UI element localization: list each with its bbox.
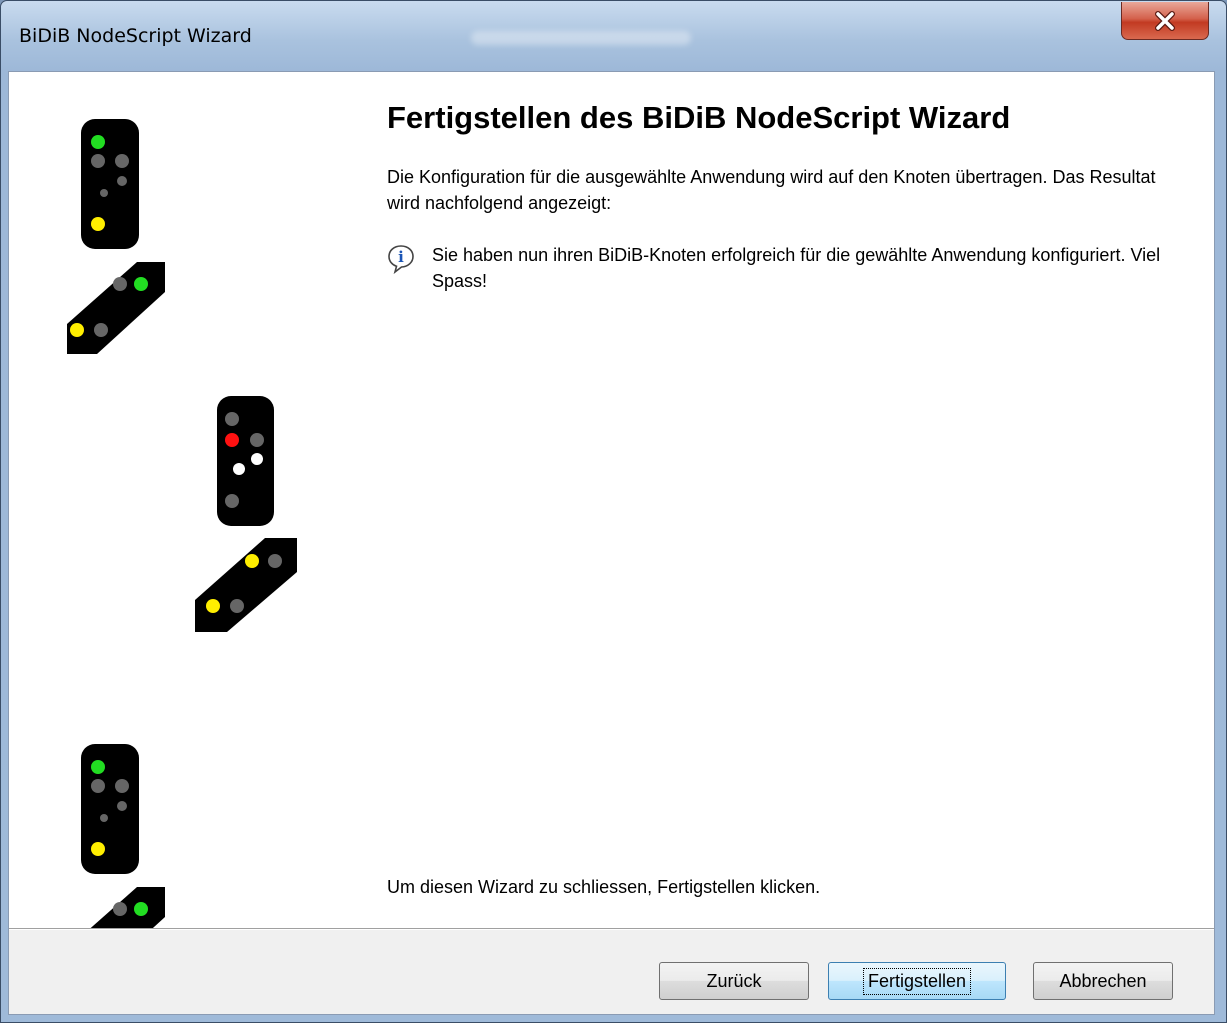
intro-text: Die Konfiguration für die ausgewählte An… [387, 167, 1156, 213]
close-icon [1155, 10, 1175, 31]
svg-text:i: i [398, 248, 404, 266]
window-title: BiDiB NodeScript Wizard [19, 25, 252, 47]
finish-button[interactable]: Fertigstellen [828, 962, 1006, 1000]
back-button[interactable]: Zurück [659, 962, 809, 1000]
cancel-button[interactable]: Abbrechen [1033, 962, 1173, 1000]
signal-banner-image [67, 119, 297, 928]
cancel-button-label: Abbrechen [1059, 970, 1147, 991]
signal-icon [195, 538, 297, 632]
closing-hint: Um diesen Wizard zu schliessen, Fertigst… [387, 877, 821, 897]
close-button[interactable] [1121, 2, 1209, 40]
info-message: Sie haben nun ihren BiDiB-Knoten erfolgr… [432, 245, 1161, 291]
signal-icon [81, 744, 139, 874]
signal-icon [81, 119, 139, 249]
finish-button-label: Fertigstellen [862, 967, 972, 995]
signal-icon [217, 396, 274, 526]
title-bar[interactable]: BiDiB NodeScript Wizard [1, 1, 1226, 71]
back-button-label: Zurück [706, 970, 762, 991]
wizard-page: Fertigstellen des BiDiB NodeScript Wizar… [9, 72, 1214, 928]
signal-icon [90, 887, 165, 928]
button-bar: Zurück Fertigstellen Abbrechen [9, 930, 1214, 1014]
wizard-window: BiDiB NodeScript Wizard Fertigstellen de… [0, 0, 1227, 1023]
title-bar-glass [471, 31, 691, 45]
wizard-client-area: Fertigstellen des BiDiB NodeScript Wizar… [8, 71, 1215, 1015]
info-icon: i [388, 245, 414, 274]
signal-icon [67, 262, 165, 354]
page-title: Fertigstellen des BiDiB NodeScript Wizar… [387, 100, 1011, 135]
